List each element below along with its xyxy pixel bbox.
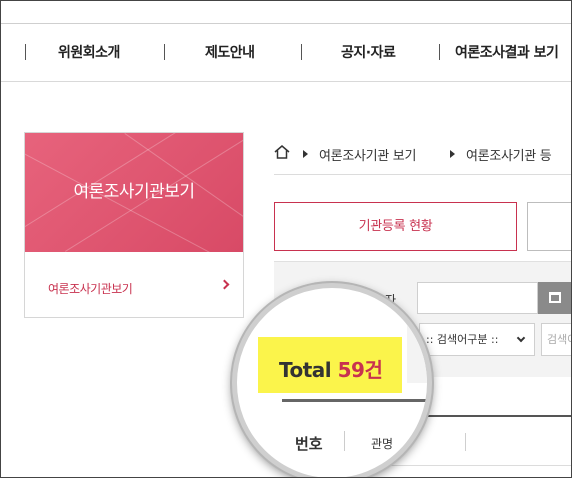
tab-agency-registration[interactable]: 기관등록 현황 <box>274 202 517 251</box>
nav-separator <box>301 44 302 60</box>
total-count: Total 59건 <box>279 354 383 383</box>
breadcrumb-item[interactable]: 여론조사기관 등 <box>466 145 552 164</box>
home-icon[interactable] <box>274 145 290 159</box>
chevron-right-icon <box>219 279 230 290</box>
nav-item-results[interactable]: 여론조사결과 보기 <box>455 42 559 62</box>
total-label: Total <box>279 358 332 382</box>
main-navigation: 위원회소개 제도안내 공지·자료 여론조사결과 보기 <box>1 24 571 82</box>
column-separator <box>465 433 466 451</box>
tab-next[interactable] <box>527 202 571 251</box>
nav-item-committee[interactable]: 위원회소개 <box>58 42 120 62</box>
calendar-icon <box>549 292 561 303</box>
sidebar-item-agency-view[interactable]: 여론조사기관보기 <box>48 280 133 297</box>
magnified-table-border <box>282 399 427 402</box>
browser-frame: 위원회소개 제도안내 공지·자료 여론조사결과 보기 여론조사기관보기 여론조사… <box>0 0 572 478</box>
sidebar-title: 여론조사기관보기 <box>73 182 195 202</box>
breadcrumb-arrow-icon <box>303 150 308 158</box>
date-input[interactable] <box>417 282 538 314</box>
column-header-agency: 관명 <box>371 437 394 451</box>
total-number: 59건 <box>337 358 383 382</box>
nav-separator <box>25 44 26 60</box>
nav-separator <box>439 44 440 60</box>
breadcrumb-divider <box>274 174 571 175</box>
search-input[interactable]: 검색어 <box>541 323 571 356</box>
nav-item-system[interactable]: 제도안내 <box>205 42 255 62</box>
nav-separator <box>164 44 165 60</box>
nav-item-notice[interactable]: 공지·자료 <box>341 42 396 62</box>
calendar-button[interactable] <box>538 282 571 314</box>
magnified-area: Total 59건 번호 관명 <box>237 288 427 477</box>
breadcrumb-arrow-icon <box>450 150 455 158</box>
search-type-value: :: 검색어구분 :: <box>426 333 499 346</box>
column-separator <box>344 431 345 451</box>
breadcrumb-item[interactable]: 여론조사기관 보기 <box>319 145 416 164</box>
column-header-number: 번호 <box>295 435 323 453</box>
chevron-down-icon <box>516 333 526 343</box>
sidebar-header: 여론조사기관보기 <box>25 133 243 252</box>
magnifier-lens: Total 59건 번호 관명 <box>232 283 432 477</box>
sidebar-box: 여론조사기관보기 여론조사기관보기 <box>24 132 244 318</box>
search-type-select[interactable]: :: 검색어구분 :: <box>419 323 535 356</box>
